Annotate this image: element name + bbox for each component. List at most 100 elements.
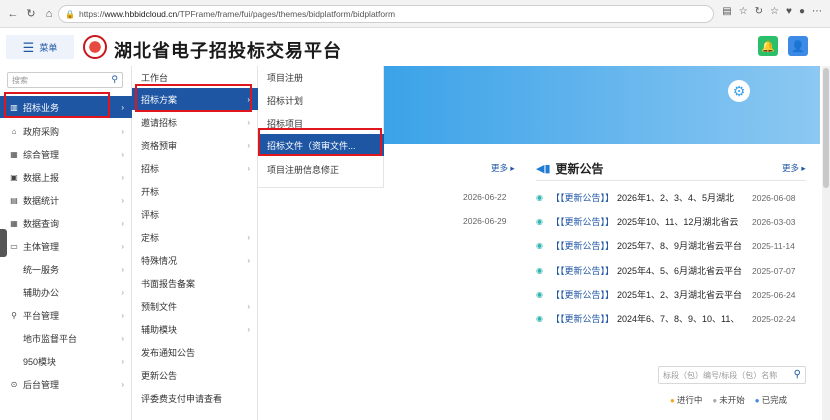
search-icon[interactable]: ⚲ [111,74,118,85]
notice-date: 2026-06-08 [752,192,796,203]
notice-row[interactable]: ◉ 【【更新公告】】 2025年10、11、12月湖北省云 2026-03-03 [536,215,806,228]
reload-icon[interactable]: ↻ [22,7,40,20]
building-icon: ⌂ [11,126,17,136]
notice-tag: 【【更新公告】】 [550,290,614,300]
sidebar-search-input[interactable]: 搜索 ⚲ [7,72,123,88]
gear-icon[interactable]: ⚙ [728,80,750,102]
backend-icon: ⊙ [10,379,18,389]
sidebar-item-general-admin[interactable]: ▦ 综合管理 › [0,143,132,165]
notice-row[interactable]: ◉ 【【更新公告】】 2025年1、2、3月湖北省云平台 2025-06-24 [536,288,806,301]
chevron-right-icon: › [247,140,250,150]
notice-tag: 【【更新公告】】 [550,241,614,251]
notice-panel-title: ◀▮ 更新公告 [536,160,604,177]
bullet-icon: ◉ [536,314,543,323]
search-icon[interactable]: ⚲ [794,369,801,380]
dot-icon: ● [712,396,718,405]
back-icon[interactable]: ← [4,8,22,20]
submenu-item-fee-request[interactable]: 评委费支付申请查看 [132,387,258,409]
notice-row[interactable]: ◉ 【【更新公告】】 2025年4、5、6月湖北省云平台 2025-07-07 [536,264,806,277]
submenu3-item-bid-plan[interactable]: 招标计划 [258,89,384,111]
notice-date: 2025-07-07 [752,265,796,276]
address-bar[interactable]: 🔒 https://www.hbbidcloud.cn/TPFrame/fram… [58,5,714,23]
more-icon[interactable]: ⋯ [812,6,822,17]
chevron-right-icon: › [247,232,250,242]
legend-label: 未开始 [719,395,745,405]
home-icon[interactable]: ⌂ [40,8,58,20]
more-link-left[interactable]: 更多 ▸ [491,162,515,174]
submenu-item-update-notice[interactable]: 更新公告 [132,364,258,386]
favorites-icon[interactable]: ☆ [770,6,779,17]
submenu-item-special-cases[interactable]: 特殊情况 › [132,249,258,271]
submenu-item-evaluation[interactable]: 评标 [132,203,258,225]
bullet-icon: ◉ [536,266,543,275]
submenu-item-invite-bid[interactable]: 邀请招标 › [132,111,258,133]
submenu-item-label: 资格预审 [141,140,178,151]
submenu-item-written-report[interactable]: 书面报告备案 [132,272,258,294]
notice-row[interactable]: ◉ 【【更新公告】】 2025年7、8、9月湖北省云平台 2025-11-14 [536,239,806,252]
notice-text: 2025年1、2、3月湖北省云平台 [617,290,742,300]
bullet-icon: ◉ [536,193,543,202]
submenu-item-aux-module[interactable]: 辅助模块 › [132,318,258,340]
sidebar-item-950-module[interactable]: 950模块 › [0,350,132,372]
chevron-right-icon: › [121,241,124,251]
chevron-right-icon: › [121,149,124,159]
submenu-item-prequal[interactable]: 资格预审 › [132,134,258,156]
profile-icon[interactable]: ● [799,6,805,17]
sidebar-item-label: 平台管理 [23,310,60,321]
more-link-notices[interactable]: 更多 ▸ [782,162,806,174]
submenu3-item-register-fix[interactable]: 项目注册信息修正 [258,158,384,180]
dot-icon: ● [670,396,675,405]
hamburger-icon: ☰ [22,39,35,55]
sidebar-search-placeholder: 搜索 [12,75,28,85]
browser-actions: ▤ ☆ ↻ ☆ ♥ ● ⋯ [722,6,822,17]
favorite-icon[interactable]: ☆ [739,6,748,17]
menu-button[interactable]: ☰ 菜单 [6,35,74,59]
submenu-item-label: 更新公告 [141,370,178,381]
left-list-date: 2026-06-22 [463,192,507,202]
entity-icon: ▭ [10,241,18,251]
notice-tag: 【【更新公告】】 [550,314,614,324]
bell-icon[interactable]: 🔔 [758,36,778,56]
sidebar-item-platform-admin[interactable]: ⚲ 平台管理 › [0,304,132,326]
legend-label: 已完成 [761,395,788,405]
sidebar-item-office-aid[interactable]: 辅助办公 › [0,281,132,303]
status-legend: ● 进行中 ● 未开始 ● 已完成 [670,394,787,406]
submenu-item-publish-notice[interactable]: 发布通知公告 [132,341,258,363]
notice-row[interactable]: ◉ 【【更新公告】】 2024年6、7、8、9、10、11、 2025-02-24 [536,312,806,325]
sidebar-item-procurement[interactable]: ⌂ 政府采购 › [0,120,132,142]
notice-title-text: 更新公告 [555,162,604,176]
legend-item: ● 进行中 [670,394,702,406]
notice-text: 2024年6、7、8、9、10、11、 [617,314,740,324]
submenu-item-label: 辅助模块 [141,324,178,335]
user-icon[interactable]: 👤 [788,36,808,56]
refresh-ext-icon[interactable]: ↻ [755,6,763,17]
sidebar-item-data-query[interactable]: ▦ 数据查询 › [0,212,132,234]
sidebar-item-unified-service[interactable]: 统一服务 › [0,258,132,280]
sidebar-item-entity-admin[interactable]: ▭ 主体管理 › [0,235,132,257]
submenu-item-bid-opening[interactable]: 开标 [132,180,258,202]
collections-icon[interactable]: ♥ [786,6,792,17]
query-icon: ▦ [10,218,18,228]
left-list-date: 2026-06-29 [463,216,507,226]
submenu3-item-project-register[interactable]: 项目注册 [258,66,384,88]
sidebar-item-backend-admin[interactable]: ⊙ 后台管理 › [0,373,132,395]
sidebar-item-label: 主体管理 [23,241,60,252]
submenu-item-bid[interactable]: 招标 › [132,157,258,179]
bullet-icon: ◉ [536,217,543,226]
sidebar-item-city-supervision[interactable]: 地市监督平台 › [0,327,132,349]
sidebar-item-data-stats[interactable]: ▤ 数据统计 › [0,189,132,211]
chevron-right-icon: › [247,324,250,334]
sidebar-item-data-report[interactable]: ▣ 数据上报 › [0,166,132,188]
report-icon: ▣ [10,172,18,182]
page-scrollbar[interactable] [822,66,830,420]
notice-date: 2025-02-24 [752,313,796,324]
submenu-item-prefab-files[interactable]: 预制文件 › [132,295,258,317]
chevron-right-icon: › [121,102,124,112]
package-search-input[interactable]: 标段（包）编号/标段（包）名称 ⚲ [658,366,806,384]
scrollbar-thumb[interactable] [823,68,829,188]
notice-row[interactable]: ◉ 【【更新公告】】 2026年1、2、3、4、5月湖北 2026-06-08 [536,191,806,204]
panel-drag-handle[interactable] [0,229,7,257]
notice-date: 2026-03-03 [752,216,796,227]
reader-icon[interactable]: ▤ [722,6,731,17]
submenu-item-award[interactable]: 定标 › [132,226,258,248]
